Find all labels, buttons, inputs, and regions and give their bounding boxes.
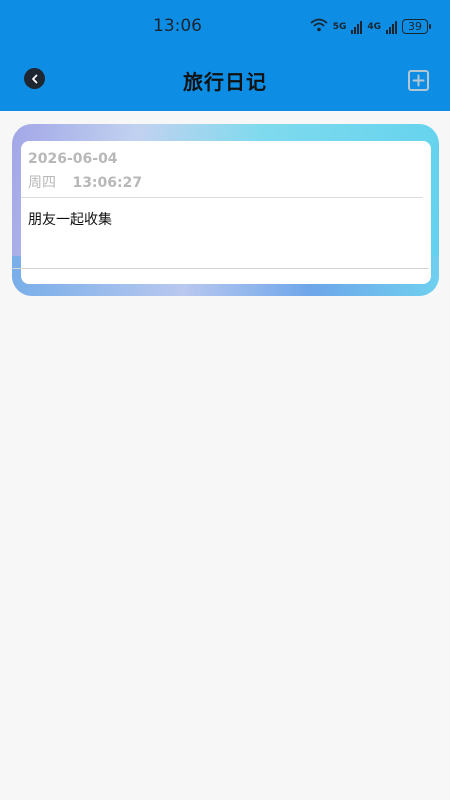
signal-icon [386, 20, 397, 34]
plus-icon [412, 74, 425, 87]
status-icons: 5G 4G 39 [310, 18, 431, 35]
wifi-icon [310, 18, 328, 35]
network-5g-label: 5G [332, 21, 347, 32]
status-time: 13:06 [153, 16, 202, 36]
entry-weekday-time: 周四 13:06:27 [28, 172, 142, 192]
diary-entry-card[interactable]: 2026-06-04 周四 13:06:27 朋友一起收集 [11, 141, 431, 284]
page-title: 旅行日记 [183, 70, 267, 94]
entry-content: 朋友一起收集 [28, 212, 112, 228]
signal-icon [351, 20, 363, 34]
network-4g-label: 4G [367, 21, 381, 32]
entry-date: 2026-06-04 [28, 151, 118, 167]
add-entry-button[interactable] [408, 70, 429, 91]
status-bar: 13:06 5G 4G 39 [0, 0, 450, 50]
entry-time: 13:06:27 [72, 175, 143, 191]
divider [11, 268, 429, 269]
app-header: 13:06 5G 4G 39 旅行日记 [0, 0, 450, 111]
entry-weekday: 周四 [28, 175, 56, 191]
battery-level: 39 [408, 20, 422, 33]
divider [21, 197, 423, 198]
battery-icon: 39 [402, 19, 431, 34]
